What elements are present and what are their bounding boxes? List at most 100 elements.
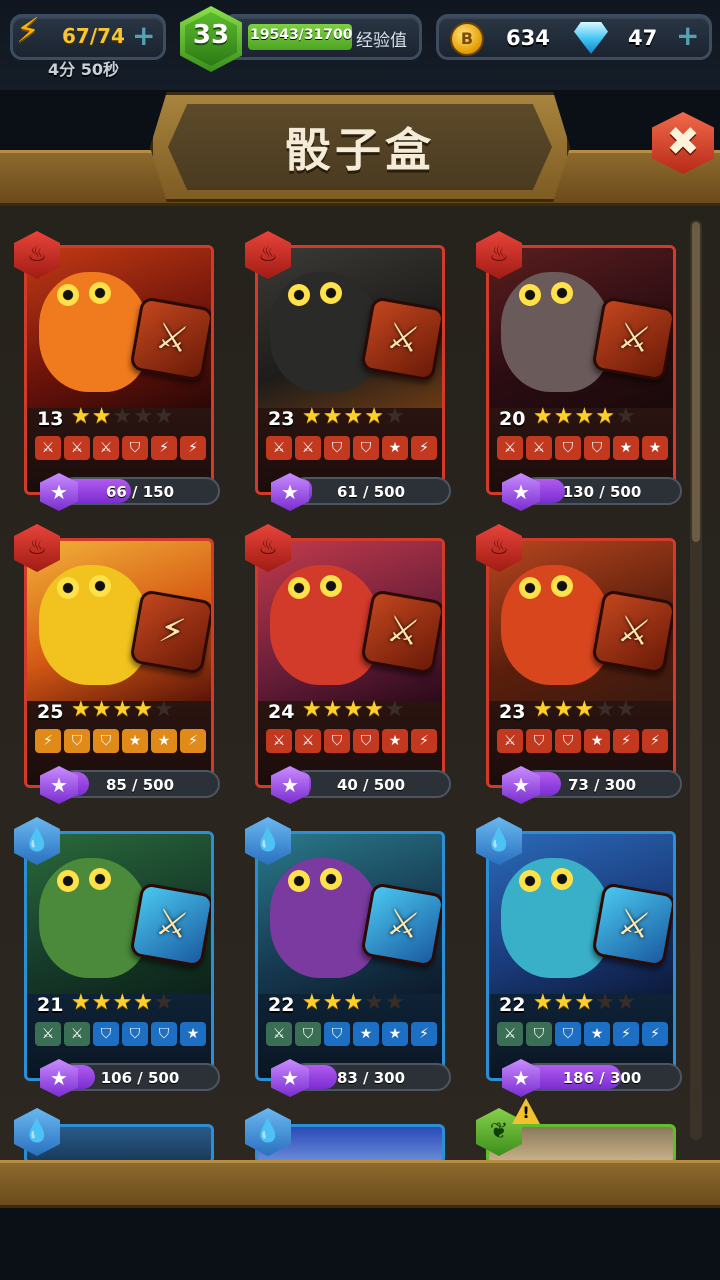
energy-timer: 4分 50秒 bbox=[48, 60, 119, 79]
xp-label: 经验值 bbox=[356, 31, 407, 51]
face-shield-icon: ⛉ bbox=[555, 1022, 581, 1046]
star-rating: ★★★★★ bbox=[302, 992, 406, 1014]
progress-value: 85 / 500 bbox=[105, 776, 175, 794]
star-filled-icon: ★ bbox=[302, 697, 323, 722]
player-level: 33 bbox=[192, 20, 230, 50]
star-empty-icon: ★ bbox=[153, 697, 175, 722]
dice-card[interactable]: ⚔ 13 ★★★★★ ⚔ ⚔ ⚔ ⛉ ⚡ ⚡ bbox=[24, 245, 214, 495]
energy-value: 67/74 bbox=[62, 24, 125, 48]
die-level: 20 bbox=[499, 408, 526, 430]
star-filled-icon: ★ bbox=[553, 404, 575, 429]
star-filled-icon: ★ bbox=[91, 990, 113, 1015]
die-icon: ⚔ bbox=[591, 296, 673, 382]
dice-card[interactable]: ⚔ 21 ★★★★★ ⚔ ⚔ ⛉ ⛉ ⛉ ★ bbox=[24, 831, 214, 1081]
star-empty-icon: ★ bbox=[112, 404, 134, 429]
dice-card[interactable]: ⚔ 23 ★★★★★ ⚔ ⛉ ⛉ ★ ⚡ ⚡ bbox=[486, 538, 676, 788]
star-filled-icon: ★ bbox=[322, 404, 344, 429]
progress-value: 83 / 300 bbox=[336, 1069, 406, 1087]
star-filled-icon: ★ bbox=[343, 990, 365, 1015]
face-shield-icon: ⛉ bbox=[324, 436, 350, 460]
face-bolt-icon: ⚡ bbox=[180, 729, 206, 753]
star-filled-icon: ★ bbox=[533, 990, 554, 1015]
star-filled-icon: ★ bbox=[302, 990, 323, 1015]
upgrade-progress-bar: 61 / 500 bbox=[291, 477, 451, 505]
star-filled-icon: ★ bbox=[553, 990, 575, 1015]
face-bolt-icon: ⚡ bbox=[411, 729, 437, 753]
face-shield-icon: ⛉ bbox=[353, 729, 379, 753]
face-sword-icon: ⚔ bbox=[497, 436, 523, 460]
face-sword-icon: ⚔ bbox=[295, 729, 321, 753]
upgrade-progress-bar: 186 / 300 bbox=[522, 1063, 682, 1091]
dice-card[interactable]: ⚔ 22 ★★★★★ ⚔ ⛉ ⛉ ★ ⚡ ⚡ bbox=[486, 831, 676, 1081]
dice-card[interactable]: ⚔ 23 ★★★★★ ⚔ ⚔ ⛉ ⛉ ★ ⚡ bbox=[255, 245, 445, 495]
dice-card[interactable]: ⚡ 25 ★★★★★ ⚡ ⛉ ⛉ ★ ★ ⚡ bbox=[24, 538, 214, 788]
sword-icon: ⚔ bbox=[383, 608, 423, 655]
star-empty-icon: ★ bbox=[364, 990, 385, 1015]
sword-icon: ⚡ bbox=[156, 609, 189, 654]
face-star-icon: ★ bbox=[382, 729, 408, 753]
face-bolt-icon: ⚡ bbox=[411, 436, 437, 460]
die-icon: ⚔ bbox=[129, 296, 211, 382]
die-faces: ⚔ ⛉ ⛉ ★ ⚡ ⚡ bbox=[497, 729, 668, 753]
die-faces: ⚔ ⛉ ⛉ ★ ★ ⚡ bbox=[266, 1022, 437, 1046]
face-bolt-icon: ⚡ bbox=[613, 1022, 639, 1046]
star-empty-icon: ★ bbox=[384, 404, 406, 429]
star-filled-icon: ★ bbox=[71, 404, 92, 429]
dice-card[interactable]: ⚔ 22 ★★★★★ ⚔ ⛉ ⛉ ★ ★ ⚡ bbox=[255, 831, 445, 1081]
star-rating: ★★★★★ bbox=[302, 699, 406, 721]
sword-icon: ⚔ bbox=[383, 315, 423, 362]
star-filled-icon: ★ bbox=[133, 697, 154, 722]
star-rating: ★★★★★ bbox=[533, 699, 637, 721]
sword-icon: ⚔ bbox=[614, 315, 654, 362]
upgrade-progress-bar: 66 / 150 bbox=[60, 477, 220, 505]
close-x-icon[interactable]: ✖ bbox=[652, 118, 714, 166]
face-sword-icon: ⚔ bbox=[64, 436, 90, 460]
add-gems-plus-icon[interactable]: + bbox=[676, 22, 699, 50]
upgrade-progress-bar: 83 / 300 bbox=[291, 1063, 451, 1091]
face-shield-icon: ⛉ bbox=[295, 1022, 321, 1046]
face-shield-icon: ⛉ bbox=[93, 729, 119, 753]
face-shield-icon: ⛉ bbox=[526, 729, 552, 753]
star-filled-icon: ★ bbox=[533, 404, 554, 429]
creature-eye bbox=[551, 282, 573, 304]
die-icon: ⚔ bbox=[360, 882, 442, 968]
die-faces: ⚔ ⚔ ⛉ ⛉ ⛉ ★ bbox=[35, 1022, 206, 1046]
upgrade-progress-bar: 73 / 300 bbox=[522, 770, 682, 798]
star-filled-icon: ★ bbox=[574, 404, 596, 429]
dice-card[interactable]: ⚔ 20 ★★★★★ ⚔ ⚔ ⛉ ⛉ ★ ★ bbox=[486, 245, 676, 495]
face-shield-icon: ⛉ bbox=[324, 729, 350, 753]
face-shield-icon: ⛉ bbox=[122, 436, 148, 460]
star-rating: ★★★★★ bbox=[71, 992, 175, 1014]
star-empty-icon: ★ bbox=[133, 404, 154, 429]
progress-value: 40 / 500 bbox=[336, 776, 406, 794]
die-faces: ⚔ ⛉ ⛉ ★ ⚡ ⚡ bbox=[497, 1022, 668, 1046]
face-sword-icon: ⚔ bbox=[497, 1022, 523, 1046]
face-bolt-icon: ⚡ bbox=[411, 1022, 437, 1046]
star-filled-icon: ★ bbox=[302, 404, 323, 429]
star-filled-icon: ★ bbox=[71, 990, 92, 1015]
star-empty-icon: ★ bbox=[615, 697, 637, 722]
die-level: 24 bbox=[268, 701, 295, 723]
face-bolt-icon: ⚡ bbox=[151, 436, 177, 460]
star-filled-icon: ★ bbox=[91, 404, 113, 429]
scrollbar-thumb[interactable] bbox=[692, 222, 700, 542]
face-shield-icon: ⛉ bbox=[64, 729, 90, 753]
dice-card[interactable]: ⚔ 24 ★★★★★ ⚔ ⚔ ⛉ ⛉ ★ ⚡ bbox=[255, 538, 445, 788]
upgrade-progress-bar: 40 / 500 bbox=[291, 770, 451, 798]
face-star-icon: ★ bbox=[151, 729, 177, 753]
sword-icon: ⚔ bbox=[614, 608, 654, 655]
page-title: 骰子盒 bbox=[285, 123, 435, 177]
star-filled-icon: ★ bbox=[595, 404, 616, 429]
coin-count: 634 bbox=[506, 26, 550, 50]
face-shield-icon: ⛉ bbox=[584, 436, 610, 460]
star-empty-icon: ★ bbox=[153, 990, 175, 1015]
face-star-icon: ★ bbox=[382, 436, 408, 460]
star-filled-icon: ★ bbox=[343, 404, 365, 429]
bottom-frame bbox=[0, 1160, 720, 1208]
add-energy-plus-icon[interactable]: + bbox=[132, 22, 155, 50]
face-star-icon: ★ bbox=[613, 436, 639, 460]
creature-eye bbox=[320, 868, 342, 890]
die-faces: ⚔ ⚔ ⛉ ⛉ ★ ⚡ bbox=[266, 436, 437, 460]
creature-eye bbox=[519, 870, 541, 892]
creature-eye bbox=[320, 282, 342, 304]
